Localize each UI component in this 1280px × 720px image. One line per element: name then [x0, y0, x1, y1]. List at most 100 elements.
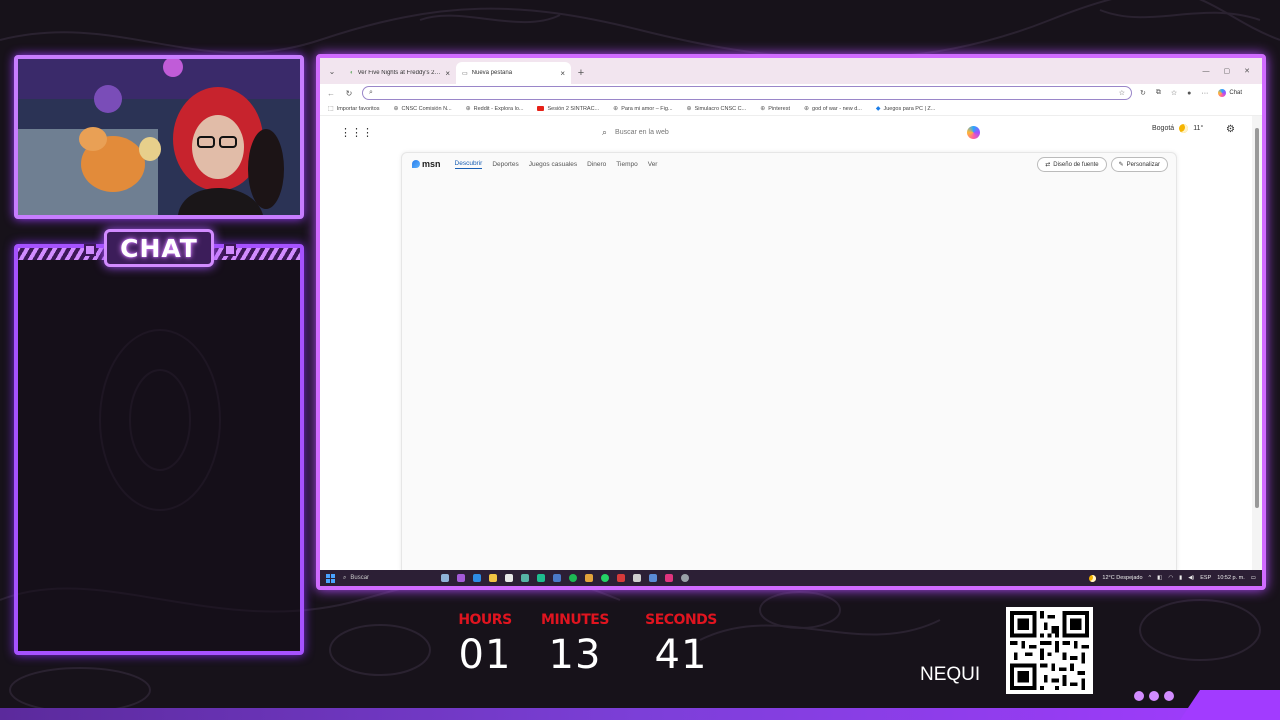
- chat-panel: [14, 244, 304, 655]
- app-icon[interactable]: [617, 574, 625, 582]
- toolbar-icons: ↻ ⧉ ☆ ● ··· Chat: [1140, 89, 1242, 97]
- reload-tab-icon[interactable]: ↻: [1140, 89, 1146, 97]
- scrollbar-thumb[interactable]: [1255, 128, 1259, 508]
- browser-window: ⌄ ◐ Ver Five Nights at Freddy's 2 (2023 …: [316, 54, 1266, 590]
- volume-icon[interactable]: ◀): [1188, 575, 1194, 581]
- globe-icon: ⊕: [613, 106, 619, 112]
- app-icon[interactable]: [521, 574, 529, 582]
- favorites-bar-item[interactable]: ⊕ CNSC Comisión N...: [393, 105, 451, 113]
- weather-widget[interactable]: Bogotá 11°: [1152, 124, 1203, 133]
- msn-logo[interactable]: msn: [412, 159, 441, 169]
- favorites-bar-item[interactable]: ◆ Juegos para PC | Z...: [876, 105, 936, 113]
- msn-tab-juegos[interactable]: Juegos casuales: [529, 161, 577, 168]
- app-icon[interactable]: [585, 574, 593, 582]
- chat-decor-square-left: [84, 244, 96, 256]
- favorites-bar-item[interactable]: ⊕ Simulacro CNSC C...: [686, 105, 747, 113]
- search-icon: ⌕: [343, 574, 347, 581]
- msn-tab-dinero[interactable]: Dinero: [587, 161, 606, 168]
- file-explorer-icon[interactable]: [489, 574, 497, 582]
- mic-icon[interactable]: ▮: [1179, 575, 1182, 581]
- customize-icon: ✎: [1118, 162, 1124, 168]
- refresh-icon[interactable]: ↻: [344, 89, 354, 98]
- favorites-bar-item[interactable]: ⊕ Pinterest: [760, 105, 790, 113]
- whatsapp-icon[interactable]: [601, 574, 609, 582]
- spotify-icon[interactable]: [569, 574, 577, 582]
- task-view-icon[interactable]: [441, 574, 449, 582]
- tab-title: Nueva pestaña: [471, 70, 513, 76]
- seconds-label: SECONDS: [645, 612, 717, 628]
- favorites-bar-item[interactable]: ⬚ Importar favoritos: [328, 105, 379, 113]
- msn-tab-ver[interactable]: Ver: [648, 161, 658, 168]
- close-tab-icon[interactable]: ×: [445, 69, 450, 78]
- close-window-icon[interactable]: ✕: [1244, 67, 1250, 75]
- font-design-button[interactable]: ⇄ Diseño de fuente: [1037, 157, 1107, 172]
- notifications-icon[interactable]: ▭: [1251, 575, 1256, 581]
- new-tab-plus-icon[interactable]: +: [571, 62, 591, 84]
- minimize-icon[interactable]: —: [1203, 68, 1210, 75]
- page-scrollbar[interactable]: [1252, 116, 1262, 570]
- app-icon[interactable]: [681, 574, 689, 582]
- new-tab-page: ⋮⋮⋮ ⌕ Buscar en la web Bogotá 11° ⚙ msn …: [320, 116, 1252, 572]
- edge-icon[interactable]: [473, 574, 481, 582]
- wifi-icon[interactable]: ◠: [1168, 575, 1173, 581]
- address-input[interactable]: [376, 89, 1115, 97]
- app-icon[interactable]: [633, 574, 641, 582]
- dot: [1149, 691, 1159, 701]
- msn-tab-tiempo[interactable]: Tiempo: [616, 161, 637, 168]
- store-icon[interactable]: [505, 574, 513, 582]
- more-menu-icon[interactable]: ···: [1201, 90, 1208, 97]
- chat-button-label: Chat: [1229, 90, 1243, 96]
- tray-app-icon[interactable]: ◧: [1157, 575, 1162, 581]
- web-search-placeholder: Buscar en la web: [615, 128, 669, 136]
- settings-gear-icon[interactable]: ⚙: [1226, 124, 1235, 135]
- favorite-star-icon[interactable]: ☆: [1119, 89, 1125, 97]
- favorites-bar-item[interactable]: ⊕ god of war - new d...: [804, 105, 862, 113]
- msn-nav: msn Descubrir Deportes Juegos casuales D…: [412, 159, 657, 169]
- butterfly-icon: [412, 160, 420, 168]
- browser-toolbar: ← ↻ ⌕ ☆ ↻ ⧉ ☆ ● ··· Chat: [320, 84, 1262, 102]
- favorites-icon[interactable]: ☆: [1171, 89, 1177, 97]
- favorites-bar-item[interactable]: ⊕ Para mi amor – Fig...: [613, 105, 672, 113]
- chevron-up-icon[interactable]: ^: [1149, 575, 1152, 581]
- copilot-icon[interactable]: [967, 125, 980, 139]
- tab-fnaf[interactable]: ◐ Ver Five Nights at Freddy's 2 (2023 ×: [344, 62, 456, 84]
- close-tab-icon[interactable]: ×: [560, 69, 565, 78]
- favorites-bar-item[interactable]: Sesión 2 SINTRAC...: [537, 106, 599, 112]
- msn-tab-descubrir[interactable]: Descubrir: [454, 160, 483, 169]
- qr-code-image: [1010, 611, 1089, 690]
- extensions-icon[interactable]: ⧉: [1156, 89, 1161, 97]
- globe-icon: ⊕: [393, 106, 399, 112]
- language-indicator[interactable]: ESP: [1200, 575, 1211, 581]
- stream-timer: HOURS 01 MINUTES 13 SECONDS 41: [440, 612, 730, 690]
- tab-new-tab[interactable]: ▭ Nueva pestaña ×: [456, 62, 571, 84]
- decorative-dots: [1134, 691, 1174, 701]
- app-icon[interactable]: [457, 574, 465, 582]
- font-design-icon: ⇄: [1045, 162, 1051, 168]
- taskbar-search[interactable]: ⌕ Buscar: [343, 575, 433, 582]
- tray-weather[interactable]: 12°C Despejado: [1102, 575, 1142, 581]
- app-icon[interactable]: [553, 574, 561, 582]
- globe-icon: ⊕: [686, 106, 692, 112]
- app-icon[interactable]: [665, 574, 673, 582]
- bottom-accent-bar: [0, 708, 1280, 720]
- globe-icon: ⊕: [465, 106, 471, 112]
- copilot-chat-button[interactable]: Chat: [1218, 89, 1242, 97]
- profile-avatar-icon[interactable]: ●: [1187, 90, 1191, 97]
- msn-tab-deportes[interactable]: Deportes: [492, 161, 518, 168]
- steam-icon[interactable]: [649, 574, 657, 582]
- favorites-bar-item[interactable]: ⊕ Reddit - Explora lo...: [465, 105, 524, 113]
- apps-grid-icon[interactable]: ⋮⋮⋮: [340, 126, 373, 139]
- chat-decor-square-right: [224, 244, 236, 256]
- windows-start-icon[interactable]: [326, 573, 335, 583]
- web-search-box[interactable]: ⌕ Buscar en la web: [596, 122, 986, 142]
- address-bar[interactable]: ⌕ ☆: [362, 86, 1132, 100]
- clock[interactable]: 10:52 p. m.: [1217, 575, 1245, 581]
- minutes-value: 13: [548, 632, 602, 678]
- customize-button[interactable]: ✎ Personalizar: [1110, 157, 1168, 172]
- back-arrow-icon[interactable]: ←: [326, 89, 336, 98]
- maximize-icon[interactable]: ▢: [1224, 67, 1231, 75]
- tab-actions-menu-icon[interactable]: ⌄: [320, 58, 344, 84]
- weather-temp: 11°: [1193, 125, 1204, 132]
- donation-qr-code: [1006, 607, 1093, 694]
- edge-active-icon[interactable]: [537, 574, 545, 582]
